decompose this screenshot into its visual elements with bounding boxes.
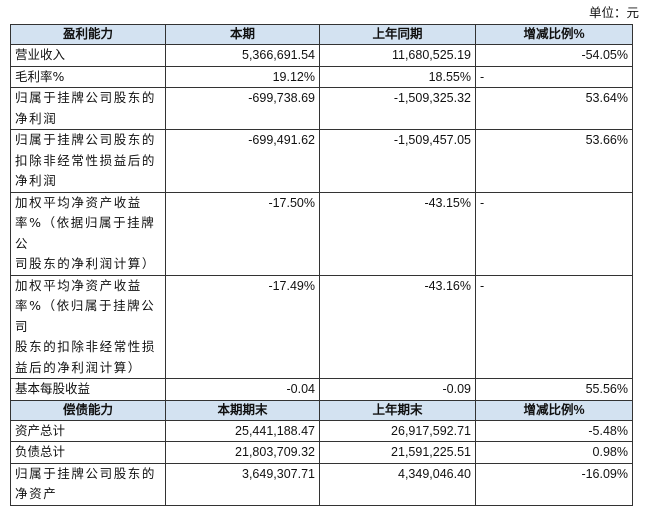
- current-value: 3,649,307.71: [165, 462, 320, 506]
- header-current-period: 本期: [165, 24, 320, 45]
- change-value: -: [475, 65, 633, 88]
- current-value: -699,738.69: [165, 87, 320, 130]
- row-label-line: 净资产: [15, 486, 58, 501]
- header-solvency: 偿债能力: [10, 399, 166, 421]
- prior-value: -1,509,457.05: [319, 129, 476, 193]
- row-label-line: 加权平均净资产收益: [15, 194, 142, 210]
- current-value: -699,491.62: [165, 129, 320, 193]
- row-label: 资产总计: [10, 419, 166, 442]
- row-label: 归属于挂牌公司股东的 扣除非经常性损益后的 净利润: [10, 129, 166, 193]
- header-current-period-end: 本期期末: [165, 399, 320, 421]
- change-value: -16.09%: [475, 462, 633, 506]
- change-value: 53.64%: [475, 87, 633, 130]
- table-row: 基本每股收益 -0.04 -0.09 55.56%: [10, 378, 633, 401]
- current-value: 19.12%: [165, 65, 320, 88]
- row-label: 加权平均净资产收益 率%（依归属于挂牌公司 股东的扣除非经常性损 益后的净利润计…: [10, 274, 166, 379]
- row-label: 归属于挂牌公司股东的 净资产: [10, 462, 166, 506]
- change-value: -5.48%: [475, 419, 633, 442]
- change-value: -: [475, 191, 633, 276]
- header-change-ratio: 增减比例%: [475, 24, 633, 45]
- current-value: -17.49%: [165, 274, 320, 379]
- table-row: 归属于挂牌公司股东的 扣除非经常性损益后的 净利润 -699,491.62 -1…: [10, 129, 633, 193]
- change-value: 55.56%: [475, 378, 633, 401]
- table-row: 负债总计 21,803,709.32 21,591,225.51 0.98%: [10, 441, 633, 464]
- prior-value: 21,591,225.51: [319, 441, 476, 464]
- row-label-line: 扣除非经常性损益后的: [15, 152, 157, 168]
- row-label-line: 率%（依归属于挂牌公司: [15, 298, 156, 334]
- table-row: 归属于挂牌公司股东的 净资产 3,649,307.71 4,349,046.40…: [10, 462, 633, 506]
- prior-value: -1,509,325.32: [319, 87, 476, 130]
- row-label: 归属于挂牌公司股东的 净利润: [10, 87, 166, 130]
- header-change-ratio: 增减比例%: [475, 399, 633, 421]
- table-row: 资产总计 25,441,188.47 26,917,592.71 -5.48%: [10, 419, 633, 442]
- prior-value: -0.09: [319, 378, 476, 401]
- row-label: 基本每股收益: [10, 378, 166, 401]
- header-prior-year-period: 上年同期: [319, 24, 476, 45]
- header-prior-year-end: 上年期末: [319, 399, 476, 421]
- table-row: 归属于挂牌公司股东的 净利润 -699,738.69 -1,509,325.32…: [10, 87, 633, 130]
- row-label: 毛利率%: [10, 65, 166, 88]
- row-label-line: 益后的净利润计算）: [15, 359, 142, 375]
- current-value: 25,441,188.47: [165, 419, 320, 442]
- profit-header-row: 盈利能力 本期 上年同期 增减比例%: [10, 24, 633, 45]
- row-label: 负债总计: [10, 441, 166, 464]
- prior-value: 4,349,046.40: [319, 462, 476, 506]
- header-profit-ability: 盈利能力: [10, 24, 166, 45]
- change-value: -54.05%: [475, 44, 633, 67]
- unit-label: 单位：元: [588, 5, 639, 20]
- current-value: 21,803,709.32: [165, 441, 320, 464]
- prior-value: -43.16%: [319, 274, 476, 379]
- current-value: -17.50%: [165, 191, 320, 276]
- row-label-line: 加权平均净资产收益: [15, 277, 142, 293]
- current-value: 5,366,691.54: [165, 44, 320, 67]
- row-label-line: 归属于挂牌公司股东的: [15, 90, 157, 105]
- table-row: 加权平均净资产收益 率%（依归属于挂牌公司 股东的扣除非经常性损 益后的净利润计…: [10, 274, 633, 379]
- row-label-line: 股东的扣除非经常性损: [15, 339, 157, 354]
- row-label-line: 归属于挂牌公司股东的: [15, 132, 157, 147]
- table-row: 加权平均净资产收益 率%（依据归属于挂牌公 司股东的净利润计算） -17.50%…: [10, 191, 633, 276]
- row-label-line: 净利润: [15, 110, 58, 126]
- solvency-header-row: 偿债能力 本期期末 上年期末 增减比例%: [10, 399, 633, 421]
- current-value: -0.04: [165, 378, 320, 401]
- prior-value: 26,917,592.71: [319, 419, 476, 442]
- financial-summary-table: 盈利能力 本期 上年同期 增减比例% 营业收入 5,366,691.54 11,…: [10, 24, 633, 506]
- change-value: -: [475, 274, 633, 379]
- table-row: 营业收入 5,366,691.54 11,680,525.19 -54.05%: [10, 44, 633, 67]
- prior-value: 18.55%: [319, 65, 476, 88]
- table-row: 毛利率% 19.12% 18.55% -: [10, 65, 633, 88]
- row-label-line: 归属于挂牌公司股东的: [15, 465, 157, 481]
- row-label: 营业收入: [10, 44, 166, 67]
- change-value: 0.98%: [475, 441, 633, 464]
- row-label-line: 司股东的净利润计算）: [15, 256, 157, 271]
- prior-value: -43.15%: [319, 191, 476, 276]
- row-label-line: 率%（依据归属于挂牌公: [15, 215, 156, 251]
- row-label-line: 净利润: [15, 173, 58, 188]
- change-value: 53.66%: [475, 129, 633, 193]
- prior-value: 11,680,525.19: [319, 44, 476, 67]
- row-label: 加权平均净资产收益 率%（依据归属于挂牌公 司股东的净利润计算）: [10, 191, 166, 276]
